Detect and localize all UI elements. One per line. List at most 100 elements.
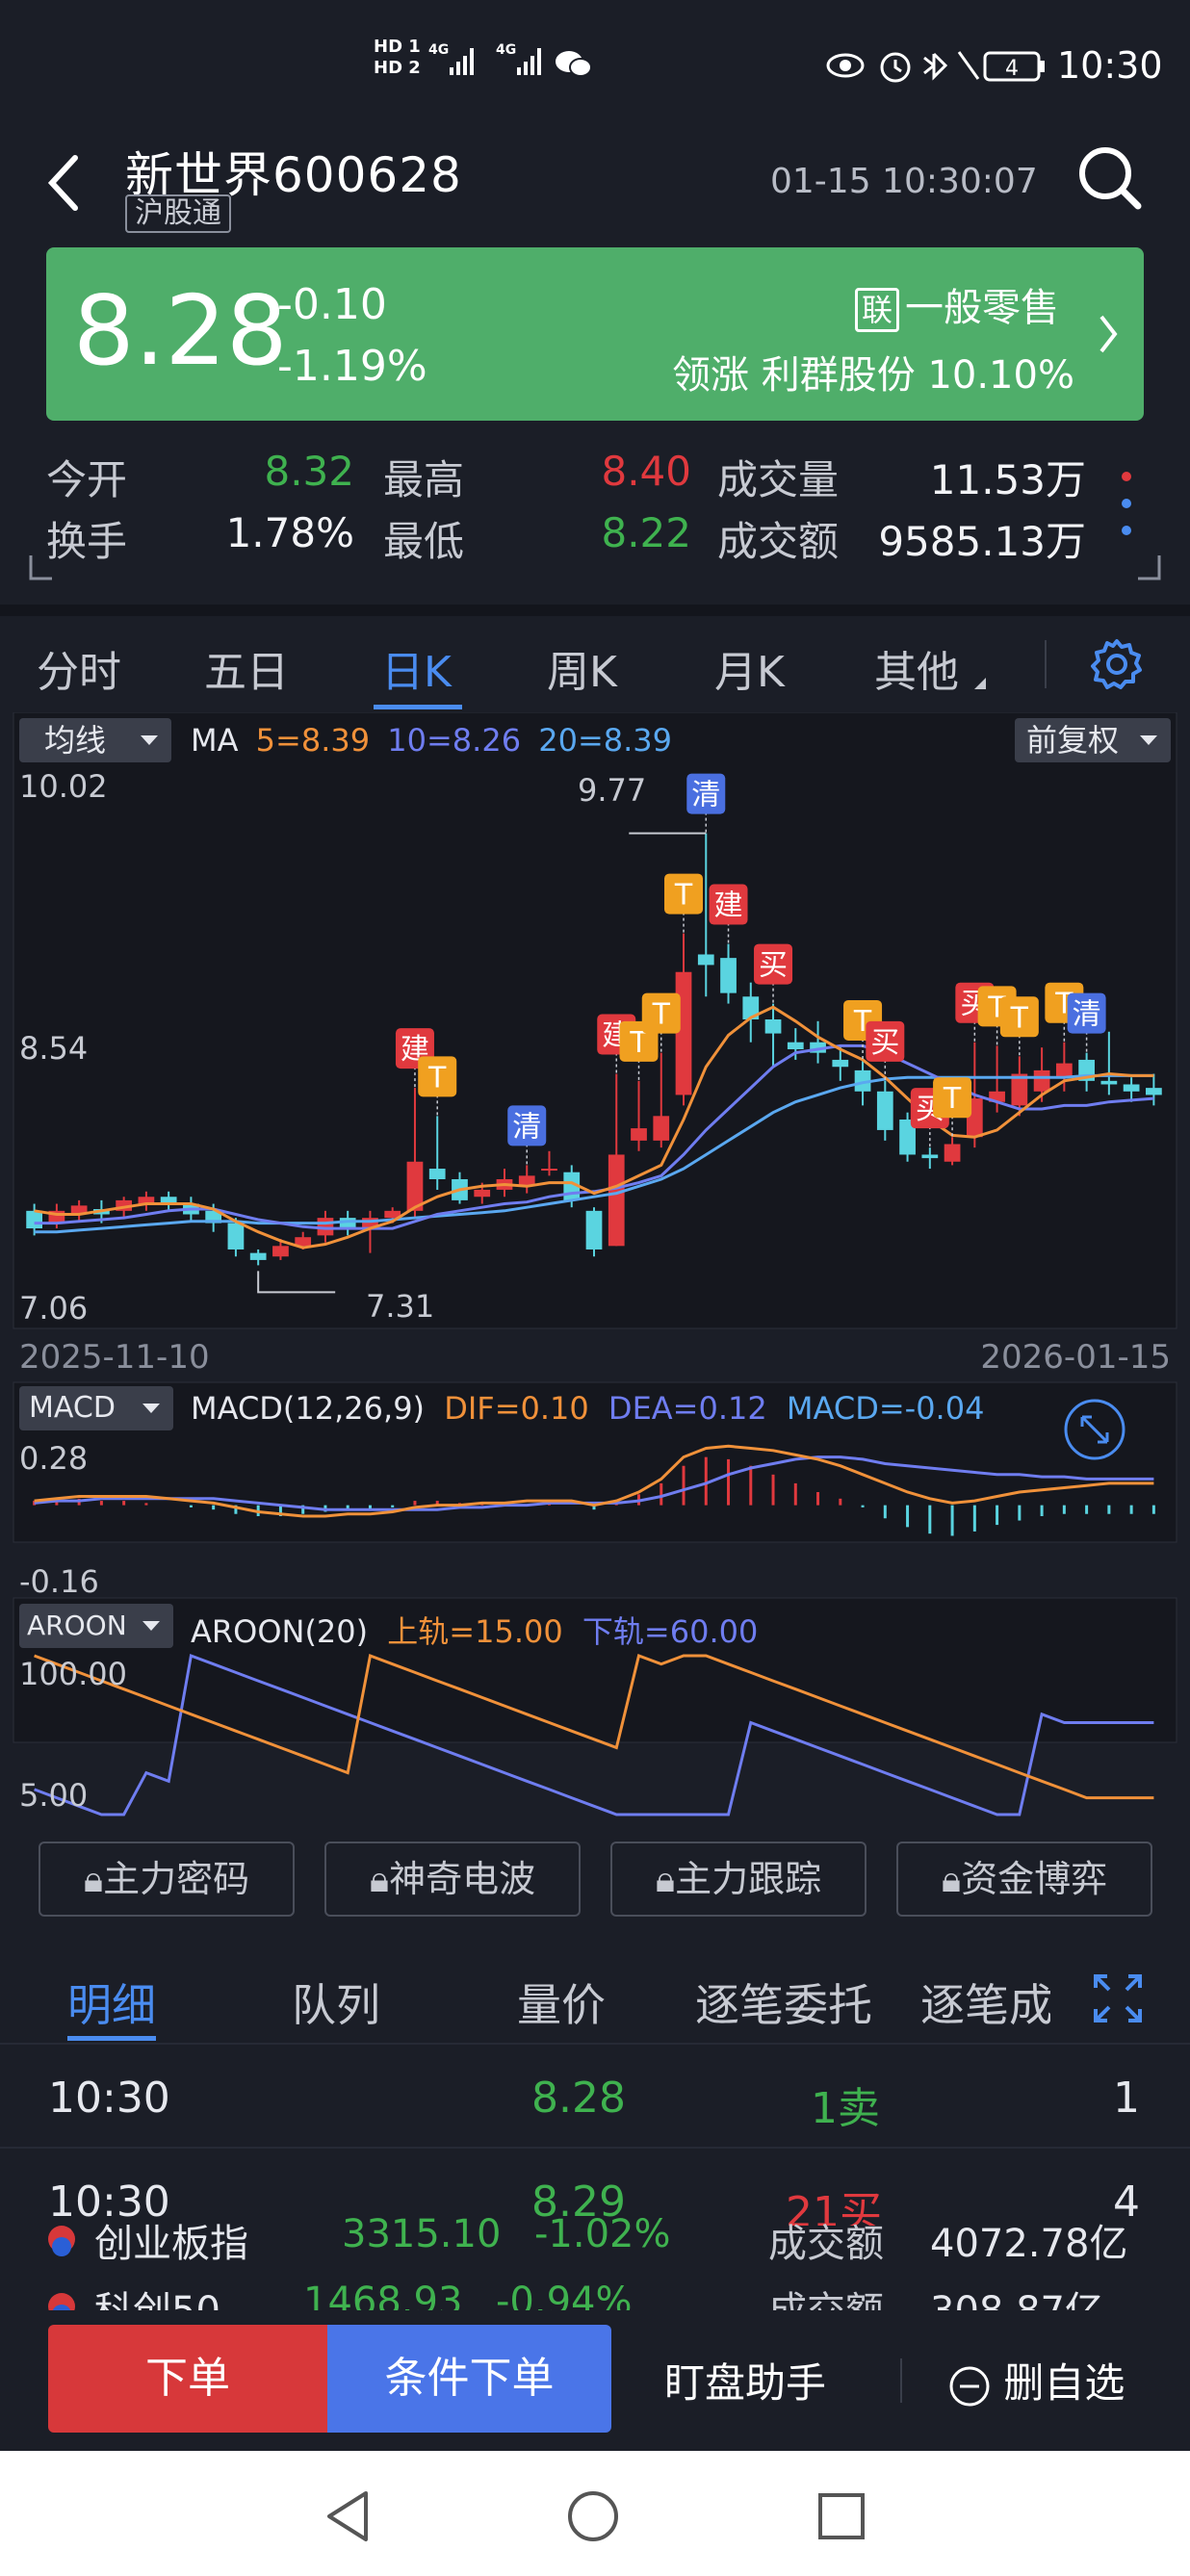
nav-home-icon[interactable] — [566, 2489, 620, 2543]
search-icon[interactable] — [1076, 144, 1144, 212]
adjust-select[interactable]: 前复权 — [1015, 718, 1171, 762]
tab-underline — [374, 705, 462, 709]
index-logo-icon — [48, 2226, 75, 2256]
svg-text:4G: 4G — [428, 42, 449, 58]
expand-circle-icon[interactable] — [1061, 1396, 1128, 1463]
back-arrow-icon[interactable] — [39, 144, 87, 221]
tab-queue[interactable]: 队列 — [292, 1971, 380, 2034]
indicator-select[interactable]: 均线 — [19, 718, 171, 762]
ma-label: MA — [191, 722, 239, 759]
macd-dea: DEA=0.12 — [608, 1390, 767, 1427]
index-amount-label: 成交额 — [768, 2222, 884, 2266]
status-bar: HD 1 HD 2 4G 4G 4 10:30 — [0, 0, 1190, 135]
detail-tabs: 明细 队列 量价 逐笔委托 逐笔成 — [0, 1949, 1190, 2046]
quote-datetime: 01-15 10:30:07 — [770, 162, 1038, 201]
tick-volume: 1卖 — [811, 2084, 880, 2133]
ticker-row: 创业板指 3315.10 -1.02% 成交额 4072.78亿 — [0, 2204, 1190, 2266]
bar-separator — [900, 2358, 902, 2403]
more-dots-icon[interactable] — [1112, 457, 1141, 554]
tab-intraday[interactable]: 分时 — [37, 637, 121, 699]
remove-watchlist-button[interactable]: 删自选 — [948, 2351, 1125, 2409]
candle-body — [474, 1189, 491, 1198]
place-order-button[interactable]: 下单 — [48, 2325, 327, 2433]
caret-down-icon — [142, 1621, 160, 1631]
y-axis-bottom: 7.06 — [19, 1290, 89, 1327]
lock-icon: 🔒︎ — [941, 1858, 962, 1900]
volume-value: 11.53万 — [929, 456, 1086, 503]
aroon-name: AROON(20) — [191, 1613, 369, 1650]
candle-body — [697, 954, 714, 966]
market-tag: 沪股通 — [125, 194, 231, 233]
tab-order-by-order[interactable]: 逐笔委托 — [695, 1971, 872, 2034]
expand-corners-icon[interactable] — [29, 554, 1161, 582]
system-icons: 4 — [826, 51, 1045, 83]
sim1-label: HD 1 — [374, 37, 421, 57]
candle-body — [720, 958, 737, 993]
tab-volume-price[interactable]: 量价 — [517, 1971, 606, 2034]
ma-legend: MA 5=8.39 10=8.26 20=8.39 — [191, 722, 672, 759]
chevron-right-icon — [1099, 315, 1118, 353]
tab-weekly-k[interactable]: 周K — [547, 637, 617, 699]
index-name: 创业板指 — [94, 2222, 248, 2266]
conditional-order-button[interactable]: 条件下单 — [327, 2325, 611, 2433]
system-nav-bar — [0, 2451, 1190, 2576]
table-row: 10:30 8.28 1卖 1 — [0, 2043, 1190, 2149]
candle-body — [585, 1210, 603, 1249]
last-price: 8.28 — [73, 274, 288, 387]
signal-label: T — [1010, 1001, 1029, 1035]
aroon-y-bottom: 5.00 — [19, 1777, 89, 1814]
index-ticker[interactable]: 创业板指 3315.10 -1.02% 成交额 4072.78亿 科创50 14… — [0, 2204, 1190, 2320]
volume-label: 成交量 — [717, 456, 840, 503]
stock-code: 600628 — [272, 147, 462, 203]
y-axis-top: 10.02 — [19, 768, 108, 805]
sector-name: 一般零售 — [905, 286, 1060, 330]
fullscreen-icon[interactable] — [1092, 1972, 1144, 2024]
tab-trade-by-trade[interactable]: 逐笔成 — [920, 1971, 1050, 2034]
candle-body — [764, 1018, 782, 1034]
sim-indicator: HD 1 HD 2 — [374, 37, 421, 79]
lian-badge: 联 — [855, 288, 900, 332]
aroon-y-top: 100.00 — [19, 1656, 127, 1692]
capital-game-button[interactable]: 🔒︎资金博弈 — [896, 1842, 1152, 1917]
tab-monthly-k[interactable]: 月K — [714, 637, 785, 699]
magic-wave-button[interactable]: 🔒︎神奇电波 — [324, 1842, 581, 1917]
section-divider — [0, 605, 1190, 616]
macd-y-bottom: -0.16 — [19, 1563, 99, 1600]
tab-detail[interactable]: 明细 — [67, 1971, 156, 2034]
signal-label: 清 — [691, 779, 720, 812]
nav-recents-icon[interactable] — [816, 2491, 867, 2541]
turnover-value: 1.78% — [225, 509, 354, 556]
aroon-select[interactable]: AROON — [19, 1604, 173, 1648]
lead-stock: 利群股份 — [761, 353, 916, 398]
candle-body — [675, 971, 692, 1095]
kline-chart-area[interactable]: 建T清建TTT清建买T买买T买TTT清 均线 MA 5=8.39 10=8.26… — [0, 712, 1190, 1819]
indicator-select-label: 均线 — [44, 722, 107, 759]
ma10-value: 10=8.26 — [387, 722, 522, 759]
main-force-code-button[interactable]: 🔒︎主力密码 — [39, 1842, 295, 1917]
aroon-lower: 下轨=60.00 — [582, 1613, 759, 1650]
tab-daily-k[interactable]: 日K — [381, 637, 452, 699]
candle-body — [1033, 1069, 1050, 1092]
candle-body — [249, 1252, 267, 1260]
price-change: -0.10 -1.19% — [277, 274, 427, 398]
tab-five-day[interactable]: 五日 — [204, 637, 289, 699]
max-price-label: 9.77 — [578, 772, 647, 809]
nav-back-icon[interactable] — [323, 2489, 372, 2543]
main-force-track-button[interactable]: 🔒︎主力跟踪 — [610, 1842, 867, 1917]
macd-name: MACD(12,26,9) — [191, 1390, 426, 1427]
settings-gear-icon[interactable] — [1090, 637, 1144, 691]
stock-header: 新世界600628 沪股通 01-15 10:30:07 — [0, 135, 1190, 250]
lock-button-label: 主力跟踪 — [675, 1858, 822, 1900]
open-value: 8.32 — [264, 448, 354, 495]
macd-select[interactable]: MACD — [19, 1386, 173, 1430]
battery-level: 4 — [1005, 57, 1019, 81]
change-percent: -1.19% — [277, 342, 427, 391]
candle-body — [653, 1116, 670, 1141]
watch-assistant-button[interactable]: 盯盘助手 — [664, 2351, 826, 2409]
caret-down-icon — [141, 735, 158, 745]
tab-other[interactable]: 其他 — [874, 637, 959, 699]
candle-body — [832, 1059, 849, 1068]
kline-chart-svg[interactable]: 建T清建 TTT清建买T买买 T买 T T T 清 — [0, 712, 1190, 1819]
sector-link[interactable]: 联一般零售 — [855, 276, 1059, 332]
price-panel[interactable]: 8.28 -0.10 -1.19% 联一般零售 领涨 利群股份 10.10% — [46, 247, 1144, 421]
